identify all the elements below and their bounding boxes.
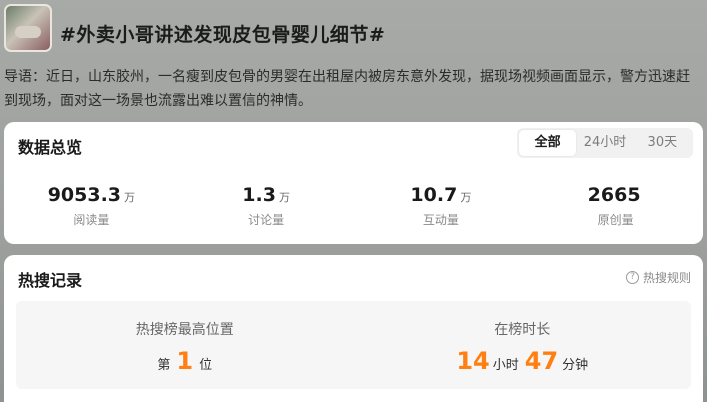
peak-position-prefix: 第: [157, 358, 171, 373]
on-list-duration: 在榜时长 14 小时 47 分钟: [354, 301, 692, 389]
stat-discussions-unit: 万: [278, 191, 290, 204]
stat-interactions-unit: 万: [460, 191, 472, 204]
topic-header: #外卖小哥讲述发现皮包骨婴儿细节# 导语：近日，山东胶州，一名瘦到皮包骨的男婴在…: [4, 4, 703, 122]
duration-minutes-unit: 分钟: [562, 358, 589, 373]
stat-interactions: 10.7 万 互动量: [354, 184, 529, 228]
stat-reads-label: 阅读量: [73, 213, 110, 227]
stat-discussions-value: 1.3: [242, 184, 276, 206]
duration-minutes-value: 47: [524, 347, 559, 375]
stat-originals-value: 2665: [587, 184, 641, 206]
hot-search-panel: 热搜榜最高位置 第 1 位 在榜时长 14 小时 47 分钟: [16, 301, 691, 389]
peak-position-label: 热搜榜最高位置: [135, 322, 234, 338]
topic-title: #外卖小哥讲述发现皮包骨婴儿细节#: [60, 24, 386, 46]
hot-search-rules-label: 热搜规则: [642, 271, 691, 285]
stat-interactions-value: 10.7: [410, 184, 458, 206]
overview-title: 数据总览: [18, 138, 83, 157]
topic-thumbnail[interactable]: [4, 4, 52, 52]
stat-interactions-label: 互动量: [422, 213, 459, 227]
time-range-tabs: 全部 24小时 30天: [517, 128, 693, 158]
stat-reads: 9053.3 万 阅读量: [4, 184, 179, 228]
overview-card: 数据总览 全部 24小时 30天 9053.3 万 阅读量 1.3 万 讨论量 10…: [4, 122, 703, 244]
peak-position: 热搜榜最高位置 第 1 位: [16, 301, 354, 389]
on-list-duration-label: 在榜时长: [494, 322, 551, 338]
topic-guide: 导语：近日，山东胶州，一名瘦到皮包骨的男婴在出租屋内被房东意外发现，据现场视频画…: [4, 69, 690, 109]
hot-search-title: 热搜记录: [18, 271, 83, 290]
stats-row: 9053.3 万 阅读量 1.3 万 讨论量 10.7 万 互动量 2665 原创量: [4, 184, 703, 228]
tab-24h[interactable]: 24小时: [576, 130, 633, 156]
duration-hours-unit: 小时: [492, 358, 519, 373]
hot-search-rules-link[interactable]: ? 热搜规则: [625, 269, 691, 286]
stat-originals: 2665 原创量: [528, 184, 703, 228]
peak-position-suffix: 位: [199, 358, 213, 373]
stat-reads-value: 9053.3: [47, 184, 122, 206]
stat-originals-label: 原创量: [597, 213, 634, 227]
peak-position-value: 1: [176, 347, 194, 375]
stat-discussions: 1.3 万 讨论量: [179, 184, 354, 228]
tab-30d[interactable]: 30天: [634, 130, 691, 156]
hot-search-card: 热搜记录 ? 热搜规则 热搜榜最高位置 第 1 位 在榜时长 14 小时 47 …: [4, 255, 703, 402]
stat-discussions-label: 讨论量: [248, 213, 285, 227]
stat-reads-unit: 万: [124, 191, 136, 204]
duration-hours-value: 14: [456, 347, 490, 375]
tab-all[interactable]: 全部: [519, 130, 577, 156]
question-circle-icon: ?: [625, 271, 639, 284]
